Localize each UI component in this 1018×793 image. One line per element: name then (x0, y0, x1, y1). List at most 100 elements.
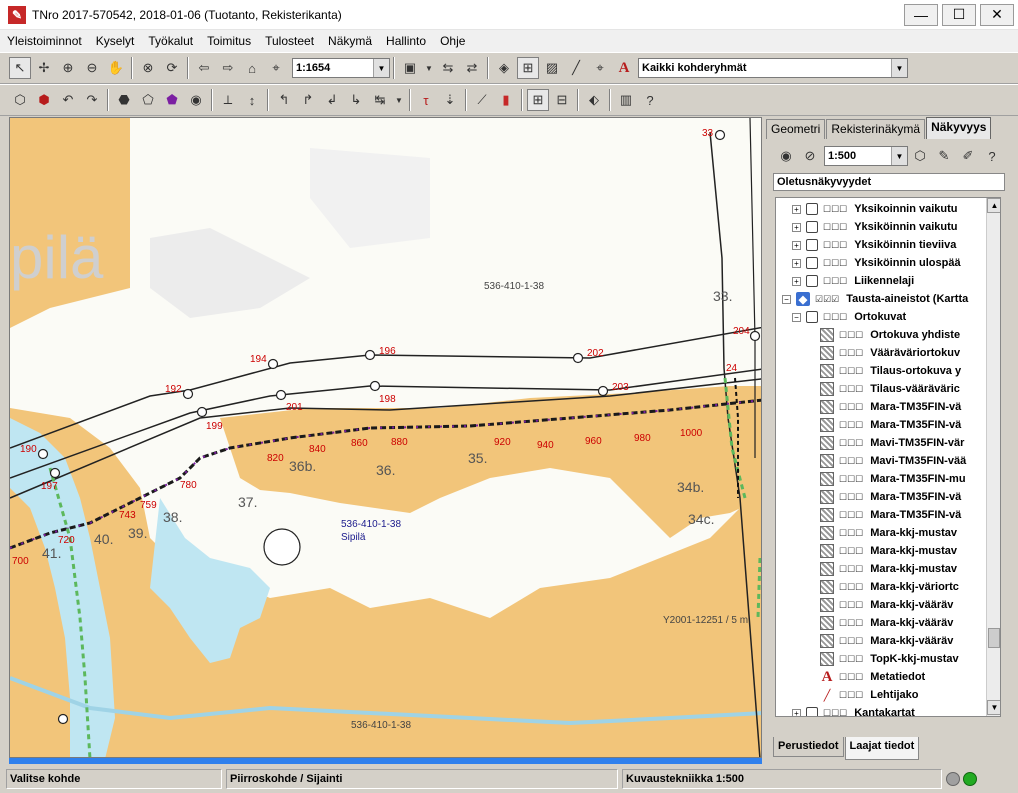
pan-hand-icon[interactable]: ✋ (105, 57, 127, 79)
tree-item[interactable]: ☐☐☐ Mavi-TM35FIN-vää (776, 452, 986, 470)
zoom-out-icon[interactable]: ⊖ (81, 57, 103, 79)
visibility-checkboxes[interactable]: ☐☐☐ (839, 330, 863, 341)
visibility-checkboxes[interactable]: ☐☐☐ (839, 348, 863, 359)
back-arrow-icon[interactable]: ⇦ (193, 57, 215, 79)
layer-tree[interactable]: + ☐☐☐ Yksikoinnin vaikutu + ☐☐☐ Yksiköinnin v… (775, 197, 1001, 717)
visibility-checkboxes[interactable]: ☐☐☐ (823, 222, 847, 233)
transfer-icon[interactable]: ⇄ (461, 57, 483, 79)
visibility-checkboxes[interactable]: ☐☐☐ (839, 438, 863, 449)
tree-item[interactable]: + ☐☐☐ Liikennelaji (776, 272, 986, 290)
expand-icon[interactable]: + (792, 240, 801, 250)
snap-icon[interactable]: ⊞ (517, 57, 539, 79)
point-edit-icon[interactable]: ↰ (273, 89, 295, 111)
help-icon[interactable]: ? (639, 89, 661, 111)
tab-rekisterinakyma[interactable]: Rekisterinäkymä (826, 119, 926, 139)
map-window-icon[interactable]: ▣ (399, 57, 421, 79)
eye-icon[interactable]: ◉ (185, 89, 207, 111)
stop-icon[interactable]: ⊗ (137, 57, 159, 79)
menu-tyokalut[interactable]: Työkalut (141, 31, 200, 51)
split-icon[interactable]: ⬠ (137, 89, 159, 111)
zoom-in-icon[interactable]: ⊕ (57, 57, 79, 79)
tree-item[interactable]: ☐☐☐ Ortokuva yhdiste (776, 326, 986, 344)
point-add-icon[interactable]: ↲ (321, 89, 343, 111)
scale-combo[interactable]: 1:1654 ▼ (292, 58, 390, 78)
visibility-checkboxes[interactable]: ☐☐☐ (839, 672, 863, 683)
visibility-checkboxes[interactable]: ☐☐☐ (839, 492, 863, 503)
tree-item[interactable]: ☐☐☐ Mara-TM35FIN-vä (776, 506, 986, 524)
scroll-down-icon[interactable]: ▼ (987, 700, 1000, 715)
visibility-checkboxes[interactable]: ☐☐☐ (839, 366, 863, 377)
tab-perustiedot[interactable]: Perustiedot (773, 737, 844, 757)
tree-item[interactable]: ☐☐☐ Mavi-TM35FIN-vär (776, 434, 986, 452)
vertical-measure-icon[interactable]: ↕ (241, 89, 263, 111)
area-fill-icon[interactable]: ▨ (541, 57, 563, 79)
expand-icon[interactable]: + (792, 222, 801, 232)
visibility-checkboxes[interactable]: ☐☐☐ (839, 384, 863, 395)
menu-kyselyt[interactable]: Kyselyt (89, 31, 142, 51)
tree-item[interactable]: ☐☐☐ Mara-TM35FIN-vä (776, 416, 986, 434)
edit-line-icon[interactable]: ⟋ (471, 89, 493, 111)
text-tool-icon[interactable]: A (613, 57, 635, 79)
tree-item[interactable]: ╱ ☐☐☐ Lehtijako (776, 686, 986, 704)
undo-icon[interactable]: ↶ (57, 89, 79, 111)
menu-tulosteet[interactable]: Tulosteet (258, 31, 321, 51)
measure-icon[interactable]: ⟂ (217, 89, 239, 111)
menu-hallinto[interactable]: Hallinto (379, 31, 433, 51)
tab-nakyvyys[interactable]: Näkyvyys (926, 117, 992, 139)
visibility-checkboxes[interactable]: ☐☐☐ (823, 204, 847, 215)
menu-toimitus[interactable]: Toimitus (200, 31, 258, 51)
tree-item[interactable]: ☐☐☐ TopK-kkj-mustav (776, 650, 986, 668)
visibility-checkboxes[interactable]: ☐☐☐ (839, 618, 863, 629)
select-arrow-icon[interactable]: ↖ (9, 57, 31, 79)
minimize-button[interactable]: — (904, 3, 938, 26)
menu-ohje[interactable]: Ohje (433, 31, 472, 51)
home-icon[interactable]: ⌂ (241, 57, 263, 79)
menu-nakyma[interactable]: Näkymä (321, 31, 379, 51)
line-draw-icon[interactable]: ╱ (565, 57, 587, 79)
visibility-checkboxes[interactable]: ☑☑☑ (815, 294, 839, 305)
new-object-icon[interactable]: ⬡ (9, 89, 31, 111)
tree-item[interactable]: ☐☐☐ Mara-TM35FIN-vä (776, 488, 986, 506)
layers-icon[interactable]: ◈ (493, 57, 515, 79)
tree-scrollbar[interactable]: ▲ ▼ (986, 198, 1000, 716)
tab-laajat-tiedot[interactable]: Laajat tiedot (844, 737, 920, 760)
point-move-icon[interactable]: ↱ (297, 89, 319, 111)
tree-item[interactable]: ☐☐☐ Tilaus-vääräväric (776, 380, 986, 398)
visibility-checkboxes[interactable]: ☐☐☐ (839, 474, 863, 485)
visibility-checkboxes[interactable]: ☐☐☐ (823, 240, 847, 251)
refresh-icon[interactable]: ⟳ (161, 57, 183, 79)
expand-icon[interactable]: + (792, 276, 801, 286)
help-icon[interactable]: ? (981, 145, 1003, 167)
expand-icon[interactable]: + (792, 258, 801, 268)
text-size-icon[interactable]: ↹ (369, 89, 391, 111)
chevron-down-icon[interactable]: ▼ (423, 57, 435, 79)
tree-item[interactable]: + ☐☐☐ Yksikoinnin vaikutu (776, 200, 986, 218)
tree-item[interactable]: + ☐☐☐ Kantakartat (776, 704, 986, 716)
maximize-button[interactable]: ☐ (942, 3, 976, 26)
expand-icon[interactable]: + (792, 708, 801, 716)
point-draw-icon[interactable]: ⌖ (589, 57, 611, 79)
panel-icon[interactable]: ▥ (615, 89, 637, 111)
tree-item[interactable]: ☐☐☐ Mara-kkj-mustav (776, 560, 986, 578)
visibility-checkboxes[interactable]: ☐☐☐ (839, 546, 863, 557)
crosshair-select-icon[interactable]: ✢ (33, 57, 55, 79)
merge-icon[interactable]: ⬣ (113, 89, 135, 111)
point-remove-icon[interactable]: ↳ (345, 89, 367, 111)
visibility-checkboxes[interactable]: ☐☐☐ (839, 402, 863, 413)
tree-item[interactable]: + ☐☐☐ Yksiköinnin tieviiva (776, 236, 986, 254)
brush-icon[interactable]: ✐ (957, 145, 979, 167)
tree-item[interactable]: ☐☐☐ Mara-TM35FIN-mu (776, 470, 986, 488)
hide-layer-icon[interactable]: ⊘ (799, 145, 821, 167)
align-icon[interactable]: ⇣ (439, 89, 461, 111)
tree-item[interactable]: ☐☐☐ Mara-TM35FIN-vä (776, 398, 986, 416)
tree-item[interactable]: ☐☐☐ Mara-kkj-väriortc (776, 578, 986, 596)
visibility-checkboxes[interactable]: ☐☐☐ (839, 456, 863, 467)
visibility-checkboxes[interactable]: ☐☐☐ (839, 654, 863, 665)
visibility-checkboxes[interactable]: ☐☐☐ (839, 528, 863, 539)
show-layer-icon[interactable]: ◉ (775, 145, 797, 167)
visibility-checkboxes[interactable]: ☐☐☐ (839, 690, 863, 701)
collapse-icon[interactable]: − (782, 294, 791, 304)
tree-item[interactable]: ☐☐☐ Tilaus-ortokuva y (776, 362, 986, 380)
delete-object-icon[interactable]: ⬢ (33, 89, 55, 111)
stamp-icon[interactable]: ⬖ (583, 89, 605, 111)
